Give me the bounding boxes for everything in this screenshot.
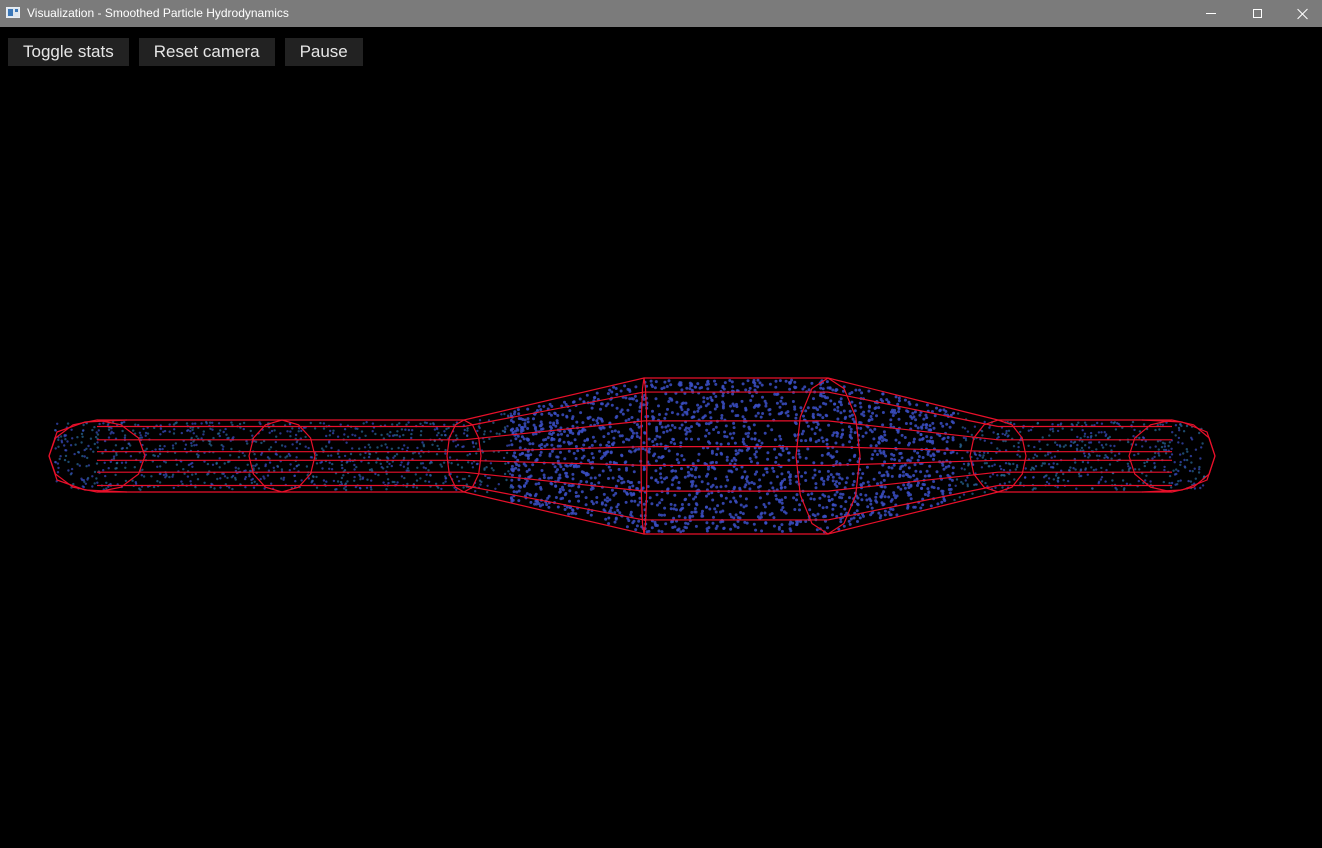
pipe-cross-section-ring bbox=[248, 419, 316, 493]
pipe-longitudinal-edge bbox=[463, 484, 645, 521]
pipe-wireframe bbox=[48, 377, 1216, 535]
particle-scene bbox=[48, 377, 1216, 535]
window-titlebar[interactable]: Visualization - Smoothed Particle Hydrod… bbox=[0, 0, 1322, 27]
toolbar: Toggle stats Reset camera Pause bbox=[8, 38, 363, 66]
minimize-icon bbox=[1206, 13, 1216, 14]
minimize-button[interactable] bbox=[1188, 0, 1234, 27]
pipe-longitudinal-edge bbox=[827, 484, 999, 521]
toggle-stats-button[interactable]: Toggle stats bbox=[8, 38, 129, 66]
pause-button[interactable]: Pause bbox=[284, 38, 363, 66]
pipe-longitudinal-edge bbox=[827, 446, 999, 453]
close-button[interactable] bbox=[1280, 0, 1322, 27]
reset-camera-button[interactable]: Reset camera bbox=[138, 38, 275, 66]
pipe-cross-section-ring bbox=[969, 419, 1027, 493]
pipe-longitudinal-edge bbox=[463, 491, 645, 535]
pipe-longitudinal-edge bbox=[827, 420, 999, 441]
maximize-icon bbox=[1252, 9, 1262, 18]
app-window-icon bbox=[6, 7, 20, 18]
pipe-cross-section-ring bbox=[1128, 419, 1216, 493]
pipe-longitudinal-edge bbox=[463, 471, 645, 492]
pipe-cross-section-ring bbox=[795, 377, 861, 535]
render-viewport[interactable] bbox=[0, 27, 1322, 848]
close-icon bbox=[1297, 8, 1309, 20]
maximize-button[interactable] bbox=[1234, 0, 1280, 27]
particle-cloud bbox=[53, 378, 1206, 534]
window-title: Visualization - Smoothed Particle Hydrod… bbox=[27, 6, 289, 20]
